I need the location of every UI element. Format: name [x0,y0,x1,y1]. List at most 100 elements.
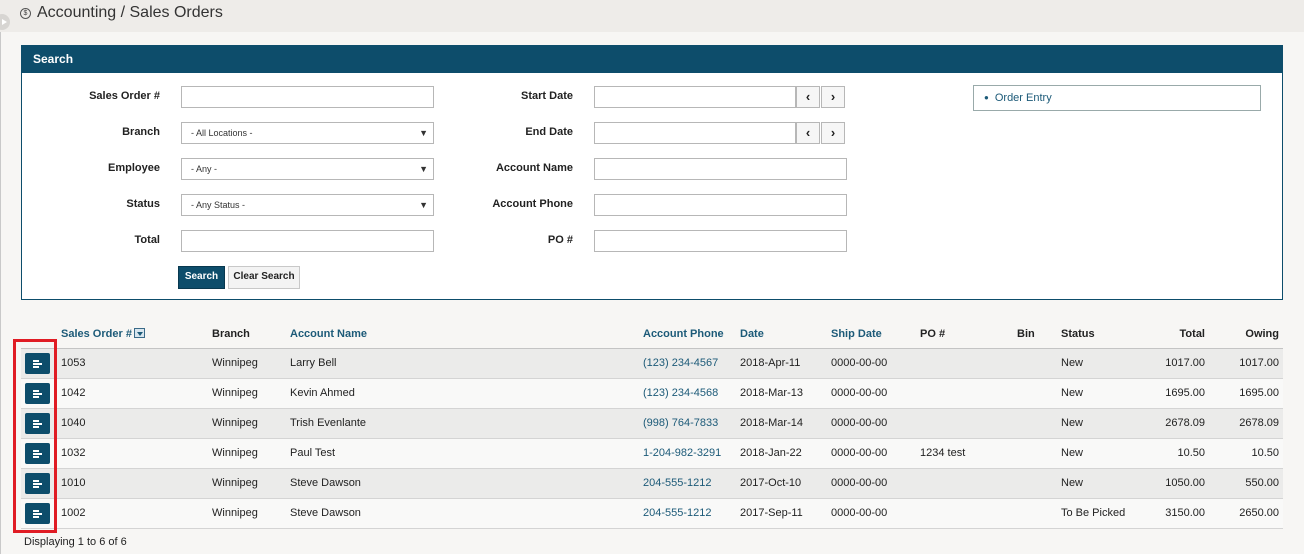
status-select-value: - Any Status - [191,200,246,210]
column-header-ship-date[interactable]: Ship Date [831,328,882,340]
status-select[interactable]: - Any Status - ▼ [181,194,434,216]
cell-total: 3150.00 [1165,507,1205,519]
view-order-button[interactable] [25,473,50,494]
cell-total: 1017.00 [1165,357,1205,369]
top-bar: $ Accounting / Sales Orders [0,0,1304,32]
start-date-input[interactable] [594,86,796,108]
view-order-button[interactable] [25,413,50,434]
sales-order-input[interactable] [181,86,434,108]
cell-account-name: Larry Bell [290,357,337,369]
cell-date: 2018-Jan-22 [740,447,802,459]
end-date-next-button[interactable]: › [821,122,845,144]
total-label: Total [134,234,160,246]
end-date-label: End Date [525,126,573,138]
employee-label: Employee [108,162,160,174]
column-header-sales-order[interactable]: Sales Order # [61,328,145,340]
column-header-branch: Branch [212,328,250,340]
cell-ship-date: 0000-00-00 [831,447,888,459]
table-row: 1032 Winnipeg Paul Test 1-204-982-3291 2… [21,439,1283,469]
start-date-next-button[interactable]: › [821,86,845,108]
end-date-input[interactable] [594,122,796,144]
column-header-date[interactable]: Date [740,328,764,340]
column-header-bin: Bin [1017,328,1035,340]
end-date-prev-button[interactable]: ‹ [796,122,820,144]
cell-date: 2018-Apr-11 [740,357,801,369]
column-header-status: Status [1061,328,1095,340]
cell-owing: 2650.00 [1239,507,1279,519]
cell-account-phone[interactable]: (123) 234-4567 [643,357,718,369]
cell-branch: Winnipeg [212,357,258,369]
cell-account-phone[interactable]: 1-204-982-3291 [643,447,721,459]
column-header-po: PO # [920,328,946,340]
column-header-owing: Owing [1245,328,1279,340]
cell-account-phone[interactable]: 204-555-1212 [643,507,712,519]
branch-select[interactable]: - All Locations - ▼ [181,122,434,144]
column-header-sales-order-label: Sales Order # [61,328,132,340]
cell-account-name: Steve Dawson [290,507,361,519]
total-input[interactable] [181,230,434,252]
cell-owing: 1695.00 [1239,387,1279,399]
status-label: Status [126,198,160,210]
cell-account-phone[interactable]: (998) 764-7833 [643,417,718,429]
search-panel: Search Sales Order # Branch - All Locati… [21,45,1283,300]
employee-select[interactable]: - Any - ▼ [181,158,434,180]
cell-account-phone[interactable]: (123) 234-4568 [643,387,718,399]
cell-ship-date: 0000-00-00 [831,387,888,399]
po-label: PO # [547,234,573,246]
pagination-summary: Displaying 1 to 6 of 6 [24,536,127,548]
employee-select-value: - Any - [191,164,218,174]
order-entry-link[interactable]: Order Entry [995,92,1052,104]
cell-account-phone[interactable]: 204-555-1212 [643,477,712,489]
cell-ship-date: 0000-00-00 [831,507,888,519]
cell-status: New [1061,447,1084,459]
cell-sales-order: 1040 [61,417,86,429]
account-phone-label: Account Phone [492,198,573,210]
column-header-account-phone[interactable]: Account Phone [643,328,724,340]
table-row: 1042 Winnipeg Kevin Ahmed (123) 234-4568… [21,379,1283,409]
cell-total: 1695.00 [1165,387,1205,399]
cell-account-name: Trish Evenlante [290,417,367,429]
table-row: 1053 Winnipeg Larry Bell (123) 234-4567 … [21,349,1283,379]
cell-status: New [1061,357,1084,369]
cell-po: 1234 test [920,447,966,459]
view-order-button[interactable] [25,383,50,404]
account-phone-input[interactable] [594,194,847,216]
column-header-account-name[interactable]: Account Name [290,328,367,340]
cell-account-name: Steve Dawson [290,477,361,489]
table-row: 1002 Winnipeg Steve Dawson 204-555-1212 … [21,499,1283,529]
view-order-button[interactable] [25,503,50,524]
cell-sales-order: 1032 [61,447,86,459]
table-row: 1010 Winnipeg Steve Dawson 204-555-1212 … [21,469,1283,499]
cell-ship-date: 0000-00-00 [831,357,888,369]
cell-branch: Winnipeg [212,477,258,489]
cell-owing: 1017.00 [1239,357,1279,369]
cell-status: New [1061,477,1084,489]
cell-branch: Winnipeg [212,417,258,429]
branch-select-value: - All Locations - [191,128,253,138]
cell-total: 1050.00 [1165,477,1205,489]
account-name-input[interactable] [594,158,847,180]
cell-sales-order: 1042 [61,387,86,399]
cell-total: 10.50 [1177,447,1205,459]
cell-date: 2018-Mar-13 [740,387,803,399]
quick-links-panel: ● Order Entry [973,85,1261,111]
cell-date: 2018-Mar-14 [740,417,803,429]
start-date-prev-button[interactable]: ‹ [796,86,820,108]
clear-search-button[interactable]: Clear Search [228,266,300,289]
page-title: $ Accounting / Sales Orders [20,4,223,22]
view-order-button[interactable] [25,443,50,464]
cell-account-name: Paul Test [290,447,336,459]
search-button[interactable]: Search [178,266,225,289]
sort-icon[interactable] [133,328,145,338]
view-order-button[interactable] [25,353,50,374]
cell-owing: 10.50 [1251,447,1279,459]
bullet-icon: ● [984,93,989,102]
account-name-label: Account Name [495,162,573,174]
cell-owing: 550.00 [1245,477,1279,489]
cell-ship-date: 0000-00-00 [831,477,888,489]
cell-sales-order: 1053 [61,357,86,369]
cell-branch: Winnipeg [212,387,258,399]
po-input[interactable] [594,230,847,252]
cell-date: 2017-Oct-10 [740,477,802,489]
cell-account-name: Kevin Ahmed [290,387,355,399]
